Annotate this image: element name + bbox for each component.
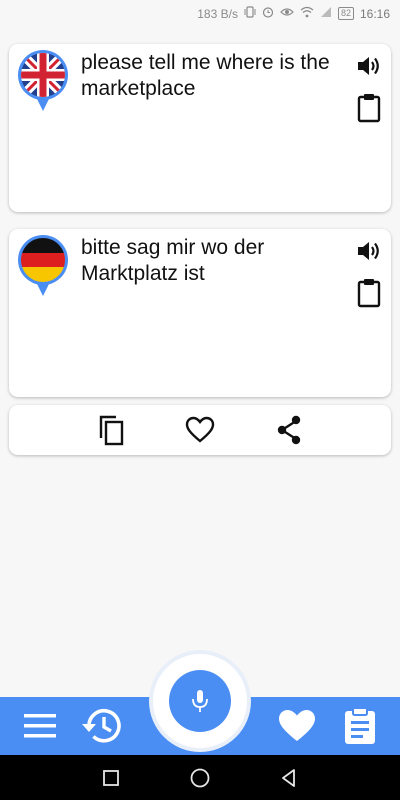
heart-outline-icon[interactable] (180, 410, 220, 450)
target-card: bitte sag mir wo der Marktplatz ist (9, 229, 391, 397)
germany-flag-icon[interactable] (17, 234, 69, 296)
status-icons: 183 B/s 82 16:16 (197, 6, 390, 21)
wifi-icon (300, 6, 314, 21)
clock: 16:16 (359, 6, 390, 21)
action-bar (9, 405, 391, 455)
back-icon[interactable] (276, 765, 302, 791)
system-nav-bar (0, 755, 400, 800)
uk-flag-icon[interactable] (17, 49, 69, 111)
menu-icon[interactable] (18, 705, 62, 747)
recents-icon[interactable] (98, 765, 124, 791)
notes-icon[interactable] (338, 705, 382, 747)
source-card: please tell me where is the marketplace (9, 44, 391, 212)
signal-icon (320, 6, 332, 21)
history-icon[interactable] (80, 705, 124, 747)
share-icon[interactable] (269, 410, 309, 450)
eye-icon (280, 6, 294, 21)
source-text[interactable]: please tell me where is the marketplace (81, 50, 349, 102)
home-icon[interactable] (187, 765, 213, 791)
alarm-icon (262, 6, 274, 21)
heart-icon[interactable] (275, 705, 319, 747)
network-speed: 183 B/s (197, 6, 238, 21)
speaker-icon[interactable] (355, 52, 383, 80)
clipboard-icon[interactable] (355, 279, 383, 308)
clipboard-icon[interactable] (355, 94, 383, 123)
status-bar: 183 B/s 82 16:16 (0, 0, 400, 28)
vibrate-icon (244, 6, 256, 21)
target-text[interactable]: bitte sag mir wo der Marktplatz ist (81, 235, 349, 287)
copy-icon[interactable] (91, 410, 131, 450)
microphone-icon[interactable] (169, 670, 231, 732)
speaker-icon[interactable] (355, 237, 383, 265)
battery-icon: 82 (337, 7, 354, 20)
